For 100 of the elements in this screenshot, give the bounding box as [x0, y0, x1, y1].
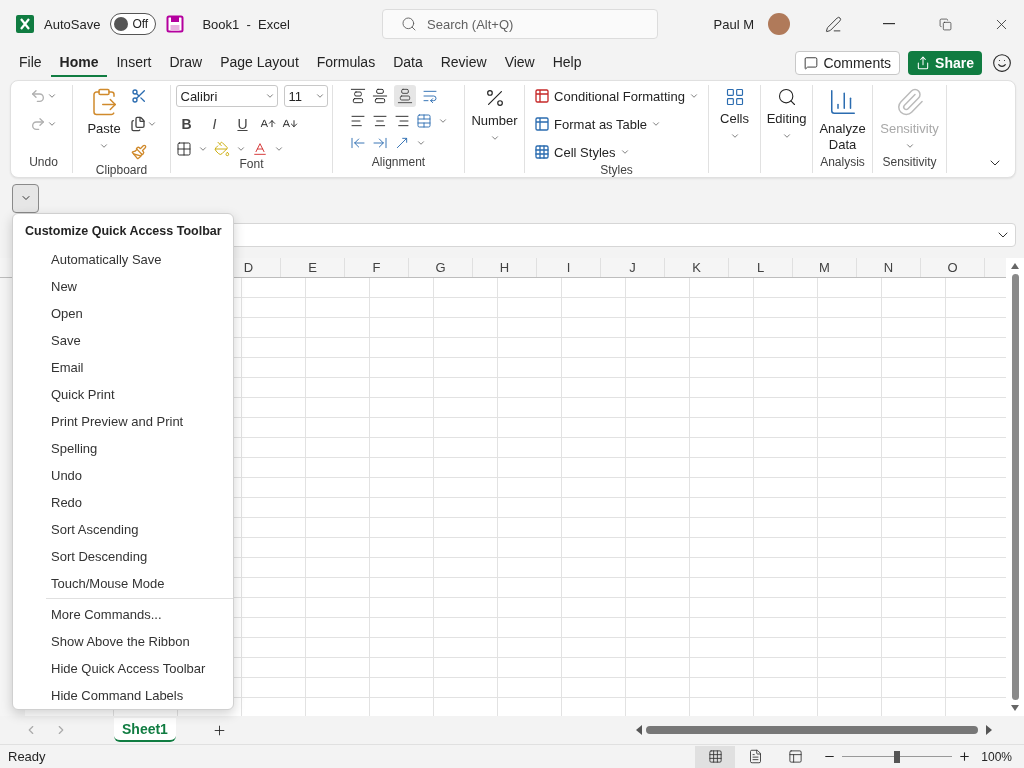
menu-item[interactable]: Undo	[13, 462, 233, 489]
menu-item[interactable]: Spelling	[13, 435, 233, 462]
column-header[interactable]: L	[729, 258, 793, 277]
group-label: Font	[238, 157, 265, 173]
group-label: Alignment	[370, 155, 427, 171]
column-header[interactable]: E	[281, 258, 345, 277]
number-button[interactable]: Number	[469, 85, 520, 145]
ribbon-tab[interactable]: Draw	[160, 49, 212, 77]
add-sheet-icon[interactable]	[211, 722, 227, 738]
scroll-down-icon[interactable]	[1010, 704, 1020, 712]
menu-item[interactable]: Sort Ascending	[13, 516, 233, 543]
caret-icon	[437, 116, 448, 126]
align-top-icon	[349, 88, 366, 104]
align-left-icon	[349, 113, 366, 129]
increase-indent-icon	[371, 135, 388, 151]
ribbon-tab[interactable]: File	[10, 49, 51, 77]
caret-icon	[47, 91, 57, 101]
share-icon	[916, 56, 931, 70]
caret-icon	[904, 141, 915, 151]
ribbon-tab[interactable]: Review	[431, 49, 496, 77]
feedback-icon[interactable]	[992, 53, 1012, 73]
caret-icon	[47, 119, 57, 129]
caret-icon	[415, 138, 426, 148]
copy-icon	[130, 116, 146, 132]
decrease-indent-icon	[349, 135, 366, 151]
caret-icon	[729, 131, 740, 141]
font-size-field[interactable]: 11	[283, 85, 328, 107]
menu-item[interactable]: Email	[13, 354, 233, 381]
column-header[interactable]: K	[665, 258, 729, 277]
styles-menu-button[interactable]: Conditional Formatting	[532, 85, 701, 107]
grid-icon	[707, 749, 723, 764]
caret-icon	[235, 144, 246, 154]
menu-item[interactable]: Hide Quick Access Toolbar	[13, 655, 233, 682]
page-layout-icon	[747, 749, 763, 764]
scroll-up-icon[interactable]	[1010, 262, 1020, 270]
ribbon-tab[interactable]: Home	[50, 49, 108, 77]
cells-button[interactable]: Cells	[713, 85, 756, 143]
redo-icon	[30, 116, 46, 132]
window-title: Book1 - Excel	[202, 16, 290, 32]
menu-item[interactable]: Show Above the Ribbon	[13, 628, 233, 655]
save-icon[interactable]	[166, 15, 185, 33]
ribbon-tab[interactable]: View	[495, 49, 544, 77]
zoom-thumb[interactable]	[894, 750, 901, 763]
scroll-thumb[interactable]	[1011, 274, 1019, 700]
ribbon-tab[interactable]: Page Layout	[211, 49, 308, 77]
share-button[interactable]: Share	[908, 51, 982, 75]
column-header[interactable]: N	[857, 258, 921, 277]
column-header[interactable]: O	[921, 258, 985, 277]
font-style-button[interactable]: I	[203, 113, 226, 135]
customize-toolbar-button[interactable]	[12, 183, 39, 213]
styles-menu-button[interactable]: Cell Styles	[532, 141, 632, 163]
menu-item[interactable]: Print Preview and Print	[13, 408, 233, 435]
grid-icon	[534, 144, 551, 160]
caret-icon	[781, 131, 792, 141]
table-icon	[534, 88, 551, 104]
font-style-button[interactable]: U	[231, 113, 254, 135]
comment-icon	[804, 56, 819, 70]
autosave-label: AutoSave	[44, 16, 101, 32]
column-header[interactable]: M	[793, 258, 857, 277]
menu-item[interactable]: Open	[13, 300, 233, 327]
menu-item[interactable]: Hide Command Labels	[13, 682, 233, 709]
align-center-icon	[371, 113, 388, 129]
align-bottom-button[interactable]	[393, 85, 416, 107]
column-header[interactable]: I	[537, 258, 601, 277]
menu-item[interactable]: Touch/Mouse Mode	[13, 570, 233, 597]
comments-button[interactable]: Comments	[795, 51, 901, 75]
menu-item[interactable]: Redo	[13, 489, 233, 516]
analyze-data-button[interactable]: Analyze Data	[817, 85, 868, 155]
paintbrush-icon	[131, 144, 147, 160]
zoom-level: 100%	[981, 749, 1012, 764]
font-style-button[interactable]: B	[175, 113, 198, 135]
search-icon	[401, 16, 417, 32]
caret-icon	[619, 147, 630, 157]
column-header[interactable]: F	[345, 258, 409, 277]
menu-item[interactable]: Sort Descending	[13, 543, 233, 570]
font-name-field[interactable]: Calibri	[175, 85, 278, 107]
ribbon-tab[interactable]: Insert	[107, 49, 161, 77]
caret-icon	[147, 119, 157, 129]
search-field[interactable]: Search (Alt+Q)	[382, 9, 658, 39]
ribbon-tab[interactable]: Help	[543, 49, 591, 77]
column-header[interactable]: H	[473, 258, 537, 277]
column-header[interactable]: G	[409, 258, 473, 277]
menu-item[interactable]: Quick Print	[13, 381, 233, 408]
user-name: Paul M	[713, 16, 754, 32]
ribbon-tab[interactable]: Data	[384, 49, 432, 77]
ribbon-tab[interactable]: Formulas	[307, 49, 385, 77]
cut-icon	[131, 88, 147, 104]
align-bottom-icon	[396, 88, 413, 104]
sheet-tab[interactable]: Sheet1	[114, 718, 176, 742]
autosave-toggle[interactable]: Off	[110, 13, 157, 35]
menu-item[interactable]: More Commands...	[13, 601, 233, 628]
avatar[interactable]	[768, 13, 790, 35]
menu-item[interactable]: Save	[13, 327, 233, 354]
caret-icon	[651, 119, 662, 129]
view-button[interactable]	[695, 745, 736, 768]
column-header[interactable]: J	[601, 258, 665, 277]
styles-menu-button[interactable]: Format as Table	[532, 113, 664, 135]
editing-button[interactable]: Editing	[765, 85, 808, 143]
paste-button[interactable]: Paste	[84, 85, 124, 153]
zoom-in-icon[interactable]	[958, 750, 972, 763]
